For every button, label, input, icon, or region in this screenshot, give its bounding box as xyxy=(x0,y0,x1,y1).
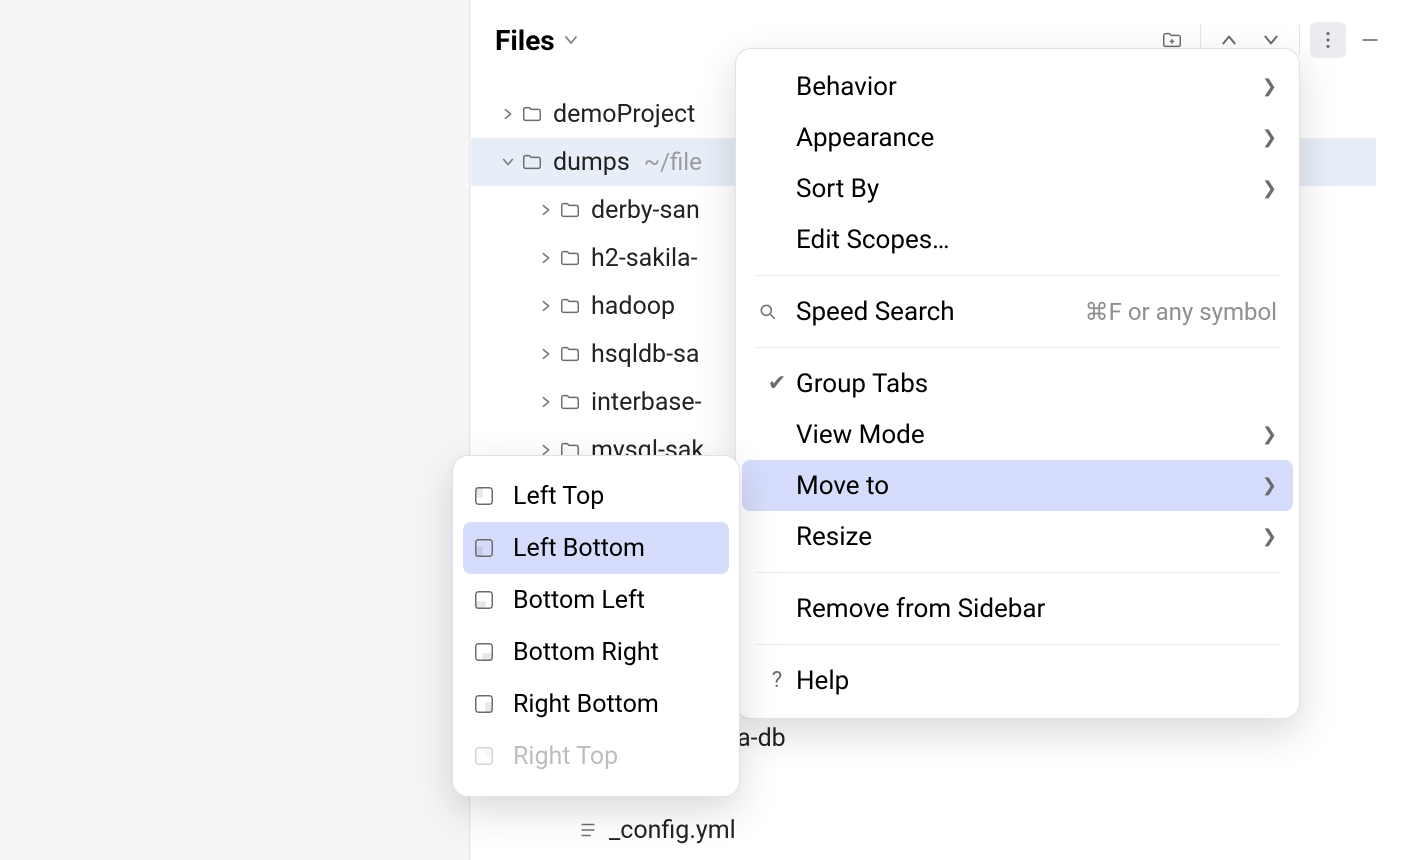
chevron-right-icon: ❯ xyxy=(1262,178,1277,199)
chevron-right-icon[interactable] xyxy=(539,299,559,313)
tree-item-label: _config.yml xyxy=(609,816,736,845)
folder-icon xyxy=(559,391,581,413)
tree-item-label: hadoop xyxy=(591,292,675,321)
submenu-item-label: Left Bottom xyxy=(513,534,645,563)
chevron-down-icon[interactable] xyxy=(563,32,579,48)
tree-item-label: dumps xyxy=(553,148,630,177)
menu-item-edit-scopes[interactable]: Edit Scopes… xyxy=(736,214,1299,265)
menu-item-label: Group Tabs xyxy=(796,369,1277,399)
submenu-item-label: Left Top xyxy=(513,482,604,511)
chevron-right-icon[interactable] xyxy=(501,107,521,121)
help-icon: ? xyxy=(758,668,796,693)
chevron-right-icon: ❯ xyxy=(1262,76,1277,97)
folder-icon xyxy=(559,295,581,317)
submenu-item-left-bottom[interactable]: Left Bottom xyxy=(463,522,729,574)
check-icon: ✔ xyxy=(758,371,796,396)
menu-item-view-mode[interactable]: View Mode❯ xyxy=(736,409,1299,460)
minimize-icon[interactable] xyxy=(1352,22,1388,58)
separator xyxy=(1299,25,1300,55)
chevron-right-icon: ❯ xyxy=(1262,526,1277,547)
menu-separator xyxy=(756,572,1279,573)
chevron-right-icon: ❯ xyxy=(1262,475,1277,496)
chevron-right-icon: ❯ xyxy=(1262,424,1277,445)
menu-item-help[interactable]: ?Help xyxy=(736,655,1299,706)
menu-separator xyxy=(756,347,1279,348)
menu-item-shortcut: ⌘F or any symbol xyxy=(1085,298,1277,326)
dock-bottom-right-icon xyxy=(473,641,499,663)
panel-title[interactable]: Files xyxy=(495,24,555,57)
tree-item-label: hsqldb-sa xyxy=(591,340,700,369)
menu-item-move-to[interactable]: Move to❯ xyxy=(742,460,1293,511)
menu-separator xyxy=(756,644,1279,645)
menu-item-label: View Mode xyxy=(796,420,1262,450)
menu-item-label: Edit Scopes… xyxy=(796,225,1277,255)
tree-item-label: h2-sakila- xyxy=(591,244,698,273)
dock-left-bottom-icon xyxy=(473,537,499,559)
tree-item-config[interactable]: _config.yml xyxy=(471,806,1412,854)
menu-item-appearance[interactable]: Appearance❯ xyxy=(736,112,1299,163)
menu-item-label: Help xyxy=(796,666,1277,696)
dock-right-bottom-icon xyxy=(473,693,499,715)
chevron-right-icon: ❯ xyxy=(1262,127,1277,148)
menu-item-label: Resize xyxy=(796,522,1262,552)
menu-item-label: Speed Search xyxy=(796,297,1085,327)
folder-icon xyxy=(521,103,543,125)
folder-icon xyxy=(521,151,543,173)
chevron-right-icon[interactable] xyxy=(539,347,559,361)
menu-item-speed-search[interactable]: Speed Search ⌘F or any symbol xyxy=(736,286,1299,337)
dock-left-top-icon xyxy=(473,485,499,507)
menu-item-label: Behavior xyxy=(796,72,1262,102)
submenu-item-right-bottom[interactable]: Right Bottom xyxy=(453,678,739,730)
folder-icon xyxy=(559,199,581,221)
menu-item-label: Appearance xyxy=(796,123,1262,153)
more-options-icon[interactable] xyxy=(1310,22,1346,58)
folder-icon xyxy=(559,343,581,365)
submenu-item-bottom-left[interactable]: Bottom Left xyxy=(453,574,739,626)
menu-item-label: Remove from Sidebar xyxy=(796,594,1277,624)
submenu-item-label: Right Bottom xyxy=(513,690,659,719)
menu-separator xyxy=(756,275,1279,276)
menu-item-group-tabs[interactable]: ✔Group Tabs xyxy=(736,358,1299,409)
chevron-down-icon[interactable] xyxy=(501,155,521,169)
tree-item-label: interbase- xyxy=(591,388,702,417)
move-to-submenu: Left Top Left Bottom Bottom Left Bottom … xyxy=(452,455,740,797)
submenu-item-left-top[interactable]: Left Top xyxy=(453,470,739,522)
tree-item-path: ~/file xyxy=(644,148,702,176)
submenu-item-label: Bottom Left xyxy=(513,586,645,615)
menu-item-label: Sort By xyxy=(796,174,1262,204)
submenu-item-right-top: Right Top xyxy=(453,730,739,782)
submenu-item-bottom-right[interactable]: Bottom Right xyxy=(453,626,739,678)
file-lines-icon xyxy=(577,819,599,841)
dock-bottom-left-icon xyxy=(473,589,499,611)
submenu-item-label: Right Top xyxy=(513,742,618,771)
left-gutter xyxy=(0,0,470,860)
chevron-right-icon[interactable] xyxy=(539,203,559,217)
options-menu: Behavior❯ Appearance❯ Sort By❯ Edit Scop… xyxy=(735,48,1300,719)
chevron-right-icon[interactable] xyxy=(539,251,559,265)
tree-item-label: derby-san xyxy=(591,196,700,225)
menu-item-behavior[interactable]: Behavior❯ xyxy=(736,61,1299,112)
chevron-right-icon[interactable] xyxy=(539,395,559,409)
dock-right-top-icon xyxy=(473,745,499,767)
menu-item-remove-sidebar[interactable]: Remove from Sidebar xyxy=(736,583,1299,634)
tree-item-label: demoProject xyxy=(553,100,695,129)
menu-item-resize[interactable]: Resize❯ xyxy=(736,511,1299,562)
menu-item-sort-by[interactable]: Sort By❯ xyxy=(736,163,1299,214)
menu-item-label: Move to xyxy=(796,471,1262,501)
submenu-item-label: Bottom Right xyxy=(513,638,659,667)
search-icon xyxy=(758,302,796,322)
folder-icon xyxy=(559,247,581,269)
